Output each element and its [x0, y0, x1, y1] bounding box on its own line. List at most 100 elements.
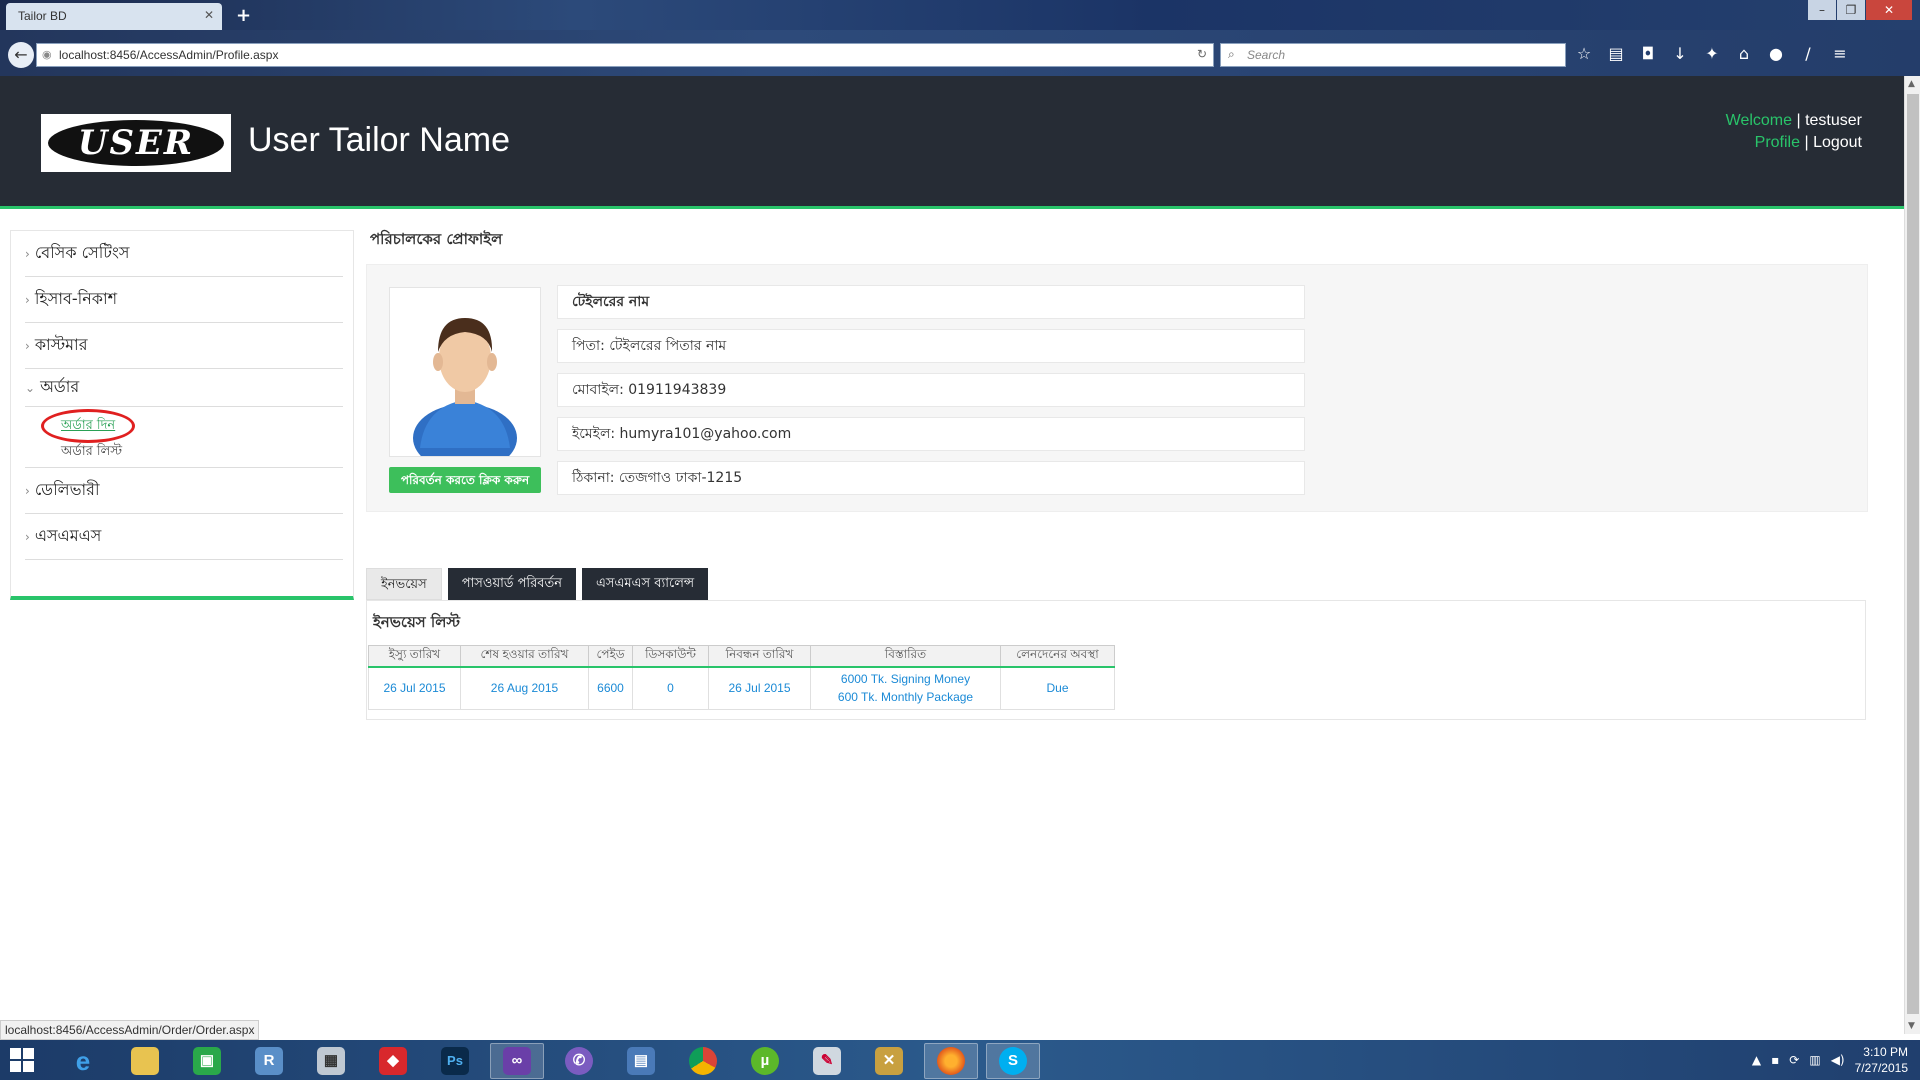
taskbar-paint[interactable]: ✎: [800, 1043, 854, 1079]
logout-link[interactable]: Logout: [1813, 134, 1862, 151]
taskbar-store[interactable]: ▣: [180, 1043, 234, 1079]
user-box: Welcome | testuser Profile | Logout: [1726, 110, 1862, 154]
profile-link[interactable]: Profile: [1755, 134, 1800, 151]
home-icon[interactable]: ⌂: [1734, 44, 1754, 63]
addon-icon[interactable]: ✦: [1702, 44, 1722, 63]
site-logo[interactable]: USER: [41, 114, 231, 172]
taskbar-calculator[interactable]: ▦: [304, 1043, 358, 1079]
system-tray: ▲ ▪ ⟳ ▥ ◀) 3:10 PM 7/27/2015: [1752, 1044, 1908, 1076]
table-row: 26 Jul 2015 26 Aug 2015 6600 0 26 Jul 20…: [368, 666, 1115, 710]
status-cell: Due: [1000, 666, 1115, 710]
tab-password-change[interactable]: পাসওয়ার্ড পরিবর্তন: [447, 568, 577, 600]
invoice-list-title: ইনভয়েস লিস্ট: [373, 613, 461, 631]
sidebar: › বেসিক সেটিংস › হিসাব-নিকাশ › কাস্টমার …: [10, 230, 354, 600]
taskbar-app-red[interactable]: ◆: [366, 1043, 420, 1079]
back-arrow-icon[interactable]: ←: [8, 42, 34, 68]
viber-icon: ✆: [565, 1047, 593, 1075]
network-status-icon[interactable]: ▥: [1809, 1053, 1820, 1067]
site-header: USER User Tailor Name Welcome | testuser…: [0, 76, 1904, 209]
pocket-icon[interactable]: ◘: [1638, 44, 1658, 63]
clock[interactable]: 3:10 PM 7/27/2015: [1855, 1044, 1908, 1076]
scroll-up-icon[interactable]: ▲: [1908, 79, 1915, 89]
pen-icon[interactable]: /: [1798, 44, 1818, 63]
close-tab-icon[interactable]: ✕: [204, 8, 214, 22]
page-scrollbar[interactable]: ▲ ▼: [1904, 76, 1920, 1034]
globe-icon: ◉: [42, 49, 52, 61]
maximize-icon[interactable]: ❐: [1837, 0, 1865, 20]
menu-icon[interactable]: ≡: [1830, 44, 1850, 63]
tab-invoice[interactable]: ইনভয়েস: [366, 568, 442, 600]
volume-icon[interactable]: ◀): [1831, 1053, 1845, 1067]
submenu-item-label: অর্ডার লিস্ট: [61, 444, 123, 459]
taskbar-network[interactable]: ▤: [614, 1043, 668, 1079]
detail-line: 6000 Tk. Signing Money: [840, 672, 971, 687]
scroll-thumb[interactable]: [1907, 94, 1919, 1014]
taskbar-ie[interactable]: e: [56, 1043, 110, 1079]
user-avatar-icon: [413, 318, 517, 472]
chrome-icon: [689, 1047, 717, 1075]
avatar: [389, 287, 541, 472]
browser-tab[interactable]: Tailor BD ✕: [6, 3, 222, 30]
chevron-right-icon: ›: [25, 338, 30, 353]
taskbar-photoshop[interactable]: Ps: [428, 1043, 482, 1079]
submenu-item-order-list[interactable]: অর্ডার লিস্ট: [61, 439, 343, 465]
detail-line: 600 Tk. Monthly Package: [837, 690, 974, 705]
sidebar-item-sms[interactable]: › এসএমএস: [25, 514, 343, 560]
windows-start-icon[interactable]: [10, 1048, 36, 1074]
chevron-right-icon: ›: [25, 483, 30, 498]
taskbar-viber[interactable]: ✆: [552, 1043, 606, 1079]
paint-icon: ✎: [813, 1047, 841, 1075]
store-icon: ▣: [193, 1047, 221, 1075]
taskbar-firefox[interactable]: [924, 1043, 978, 1079]
url-bar[interactable]: ◉ localhost:8456/AccessAdmin/Profile.asp…: [36, 43, 1214, 67]
mobile-number: মোবাইল: 01911943839: [557, 373, 1305, 407]
search-input[interactable]: ⌕ Search: [1220, 43, 1566, 67]
reload-icon[interactable]: ↻: [1197, 47, 1207, 61]
change-profile-button[interactable]: পরিবর্তন করতে ক্লিক করুন: [389, 467, 541, 493]
bookmark-star-icon[interactable]: ☆: [1574, 44, 1594, 63]
registration-date-cell: 26 Jul 2015: [708, 666, 811, 710]
email-address: ইমেইল: humyra101@yahoo.com: [557, 417, 1305, 451]
calculator-icon: ▦: [317, 1047, 345, 1075]
chevron-right-icon: ›: [25, 246, 30, 261]
tray-sync-icon[interactable]: ⟳: [1789, 1053, 1799, 1067]
taskbar-chrome[interactable]: [676, 1043, 730, 1079]
sidebar-item-label: বেসিক সেটিংস: [34, 243, 130, 262]
minimize-icon[interactable]: –: [1808, 0, 1836, 20]
skype-icon: S: [999, 1047, 1027, 1075]
browser-titlebar: Tailor BD ✕ + – ❐ ✕: [0, 0, 1920, 30]
browser-navbar: ← ◉ localhost:8456/AccessAdmin/Profile.a…: [0, 30, 1920, 76]
taskbar-app-r[interactable]: R: [242, 1043, 296, 1079]
taskbar-utorrent[interactable]: µ: [738, 1043, 792, 1079]
taskbar-visual-studio[interactable]: ∞: [490, 1043, 544, 1079]
scroll-down-icon[interactable]: ▼: [1908, 1021, 1915, 1031]
column-header: ডিসকাউন্ট: [632, 645, 709, 668]
tray-expand-icon[interactable]: ▲: [1752, 1053, 1761, 1067]
sidebar-item-order[interactable]: ⌄ অর্ডার: [25, 369, 343, 407]
profile-info-list: টেইলরের নাম পিতা: টেইলরের পিতার নাম মোবা…: [557, 285, 1305, 505]
chat-icon[interactable]: ●: [1766, 44, 1786, 63]
clock-date: 7/27/2015: [1854, 1061, 1908, 1075]
tab-sms-balance[interactable]: এসএমএস ব্যালেন্স: [582, 568, 709, 600]
issue-date-cell: 26 Jul 2015: [368, 666, 461, 710]
download-icon[interactable]: ↓: [1670, 44, 1690, 63]
reading-list-icon[interactable]: ▤: [1606, 44, 1626, 63]
taskbar-tools[interactable]: ✕: [862, 1043, 916, 1079]
column-header: পেইড: [588, 645, 633, 668]
column-header: লেনদেনের অবস্থা: [1000, 645, 1115, 668]
sidebar-item-accounts[interactable]: › হিসাব-নিকাশ: [25, 277, 343, 323]
clock-time: 3:10 PM: [1863, 1045, 1908, 1059]
sidebar-item-label: হিসাব-নিকাশ: [34, 289, 118, 308]
tab-title: Tailor BD: [18, 9, 67, 23]
taskbar-explorer[interactable]: [118, 1043, 172, 1079]
submenu-item-place-order[interactable]: অর্ডার দিন: [41, 409, 135, 443]
sidebar-item-basic-settings[interactable]: › বেসিক সেটিংস: [25, 231, 343, 277]
sidebar-item-customer[interactable]: › কাস্টমার: [25, 323, 343, 369]
taskbar-skype[interactable]: S: [986, 1043, 1040, 1079]
page-title: পরিচালকের প্রোফাইল: [370, 230, 503, 248]
close-window-icon[interactable]: ✕: [1866, 0, 1912, 20]
new-tab-icon[interactable]: +: [236, 5, 251, 26]
table-header-row: ইস্যু তারিখ শেষ হওয়ার তারিখ পেইড ডিসকাউ…: [368, 645, 1115, 668]
sidebar-item-delivery[interactable]: › ডেলিভারী: [25, 468, 343, 514]
tray-app-icon[interactable]: ▪: [1771, 1053, 1779, 1067]
